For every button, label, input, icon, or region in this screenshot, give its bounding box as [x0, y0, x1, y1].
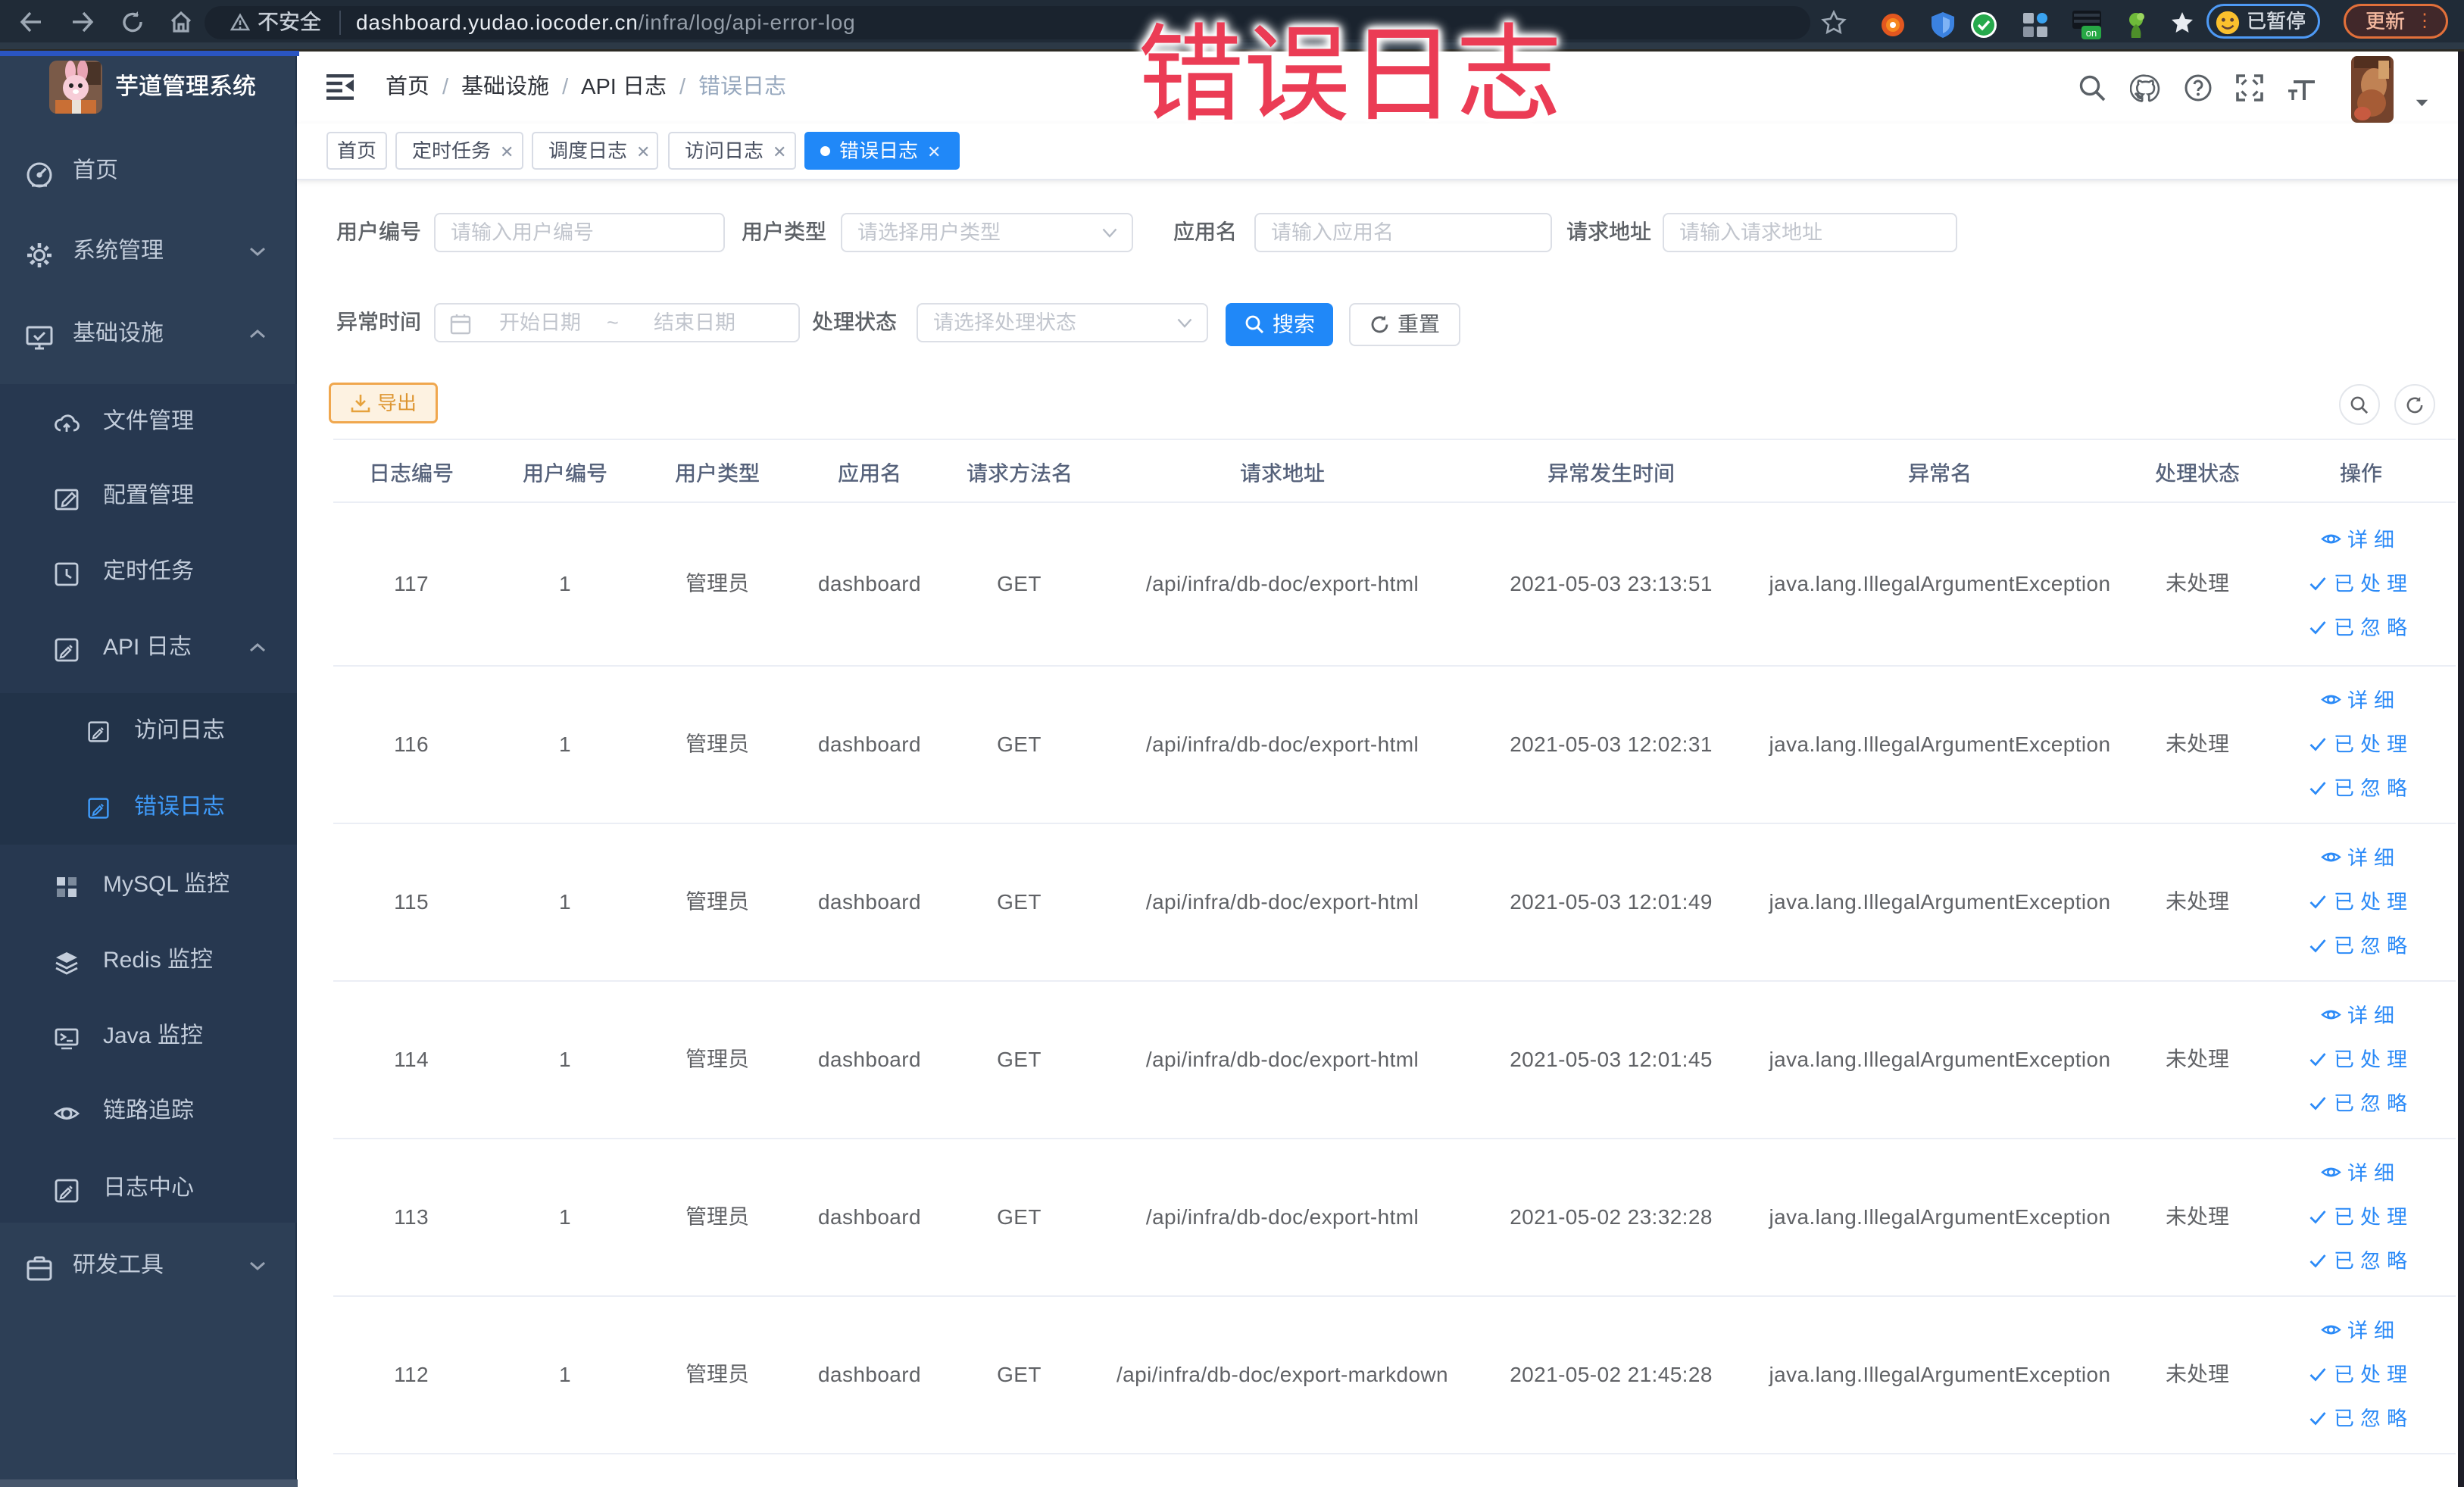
svg-text:on: on	[2086, 27, 2097, 39]
